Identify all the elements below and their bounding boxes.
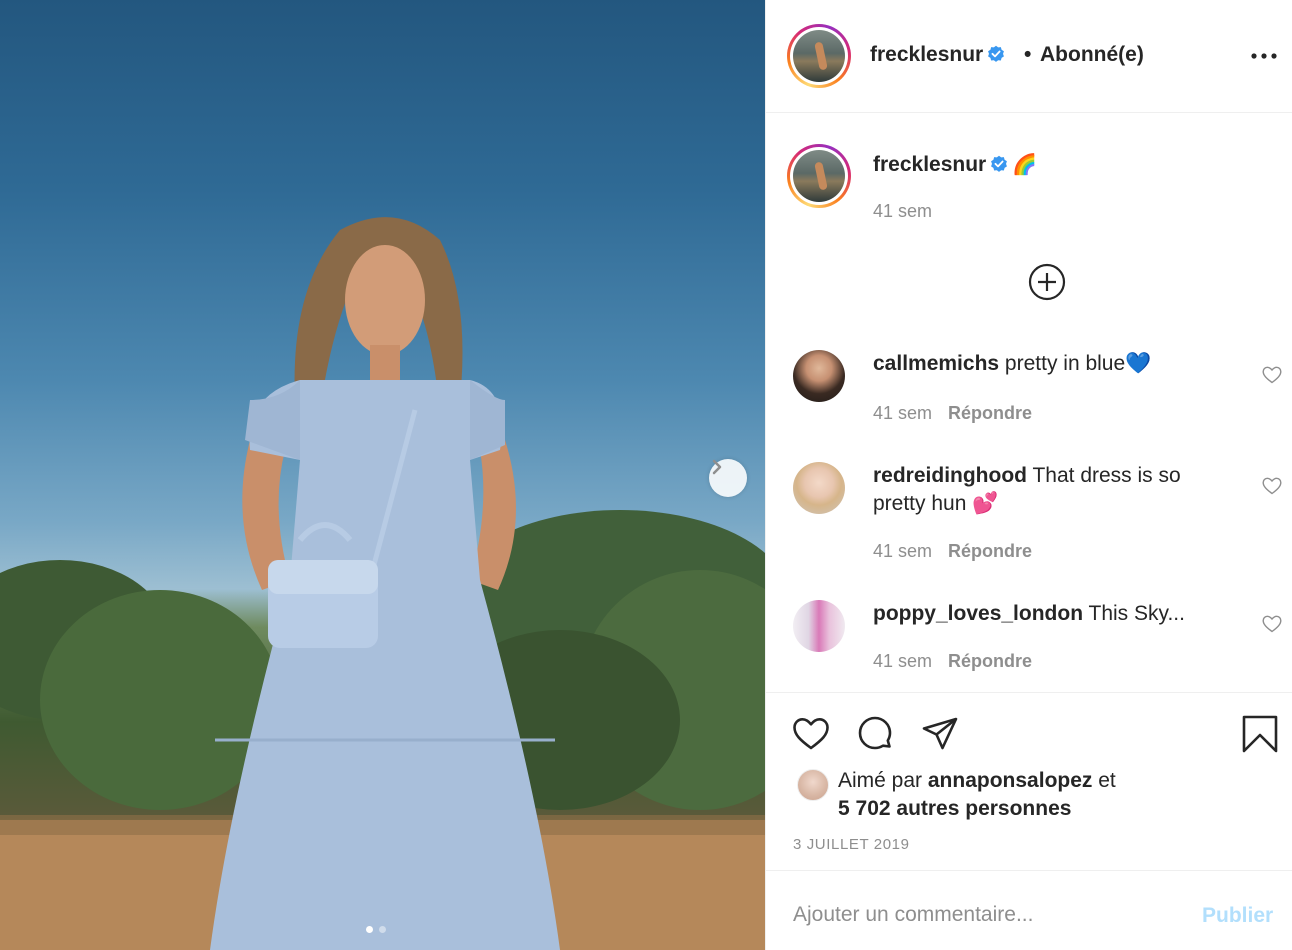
comment-meta: 41 sem Répondre: [873, 651, 1032, 672]
post-sidebar: frecklesnur • Abonné(e) frecklesnur 🌈 41…: [765, 0, 1292, 950]
liker-username[interactable]: annaponsalopez: [928, 769, 1093, 792]
comment-like-heart-icon[interactable]: [1262, 477, 1282, 495]
post-header: frecklesnur • Abonné(e): [766, 0, 1292, 113]
likes-summary: Aimé par annaponsalopez et 5 702 autres …: [838, 767, 1116, 823]
reply-button[interactable]: Répondre: [948, 651, 1032, 671]
caption-author: frecklesnur 🌈: [873, 152, 1037, 177]
comment-username[interactable]: callmemichs: [873, 352, 999, 375]
comment-username[interactable]: poppy_loves_london: [873, 602, 1083, 625]
comment-avatar[interactable]: [793, 462, 845, 514]
carousel-dot: [379, 926, 386, 933]
post-date[interactable]: 3 JUILLET 2019: [793, 836, 910, 853]
reply-button[interactable]: Répondre: [948, 403, 1032, 423]
post-photo-illustration: [0, 217, 765, 950]
follow-status-button[interactable]: Abonné(e): [1040, 43, 1144, 67]
author-username[interactable]: frecklesnur: [870, 43, 1005, 67]
comment-username[interactable]: redreidinghood: [873, 464, 1027, 487]
comment-timestamp[interactable]: 41 sem: [873, 541, 932, 561]
header-separator: •: [1024, 43, 1032, 66]
author-avatar[interactable]: [787, 24, 851, 88]
comment-avatar[interactable]: [793, 600, 845, 652]
paper-plane-icon[interactable]: [921, 715, 959, 753]
comment-like-heart-icon[interactable]: [1262, 366, 1282, 384]
add-circle-icon[interactable]: [1028, 263, 1066, 301]
carousel-dot-active: [366, 926, 373, 933]
caption-author-avatar[interactable]: [787, 144, 851, 208]
more-options-icon[interactable]: [1250, 46, 1278, 66]
publish-button[interactable]: Publier: [1202, 904, 1273, 928]
comment-meta: 41 sem Répondre: [873, 541, 1032, 562]
likes-prefix: Aimé par: [838, 769, 923, 792]
caption-text: 🌈: [1012, 154, 1038, 176]
reply-button[interactable]: Répondre: [948, 541, 1032, 561]
add-comment-form: Publier: [766, 870, 1292, 950]
liked-by-avatar[interactable]: [797, 769, 829, 801]
verified-badge-icon: [988, 45, 1005, 62]
author-username-text[interactable]: frecklesnur: [870, 43, 983, 66]
carousel-indicator: [366, 926, 386, 933]
comment-like-heart-icon[interactable]: [1262, 615, 1282, 633]
post-actions: Aimé par annaponsalopez et 5 702 autres …: [766, 692, 1292, 870]
likes-conjunction: et: [1098, 769, 1116, 792]
comment-input[interactable]: [793, 899, 1173, 931]
likes-count-button[interactable]: 5 702 autres personnes: [838, 797, 1071, 820]
caption-timestamp[interactable]: 41 sem: [873, 201, 932, 222]
comment-timestamp[interactable]: 41 sem: [873, 651, 932, 671]
post-image[interactable]: [0, 0, 765, 950]
verified-badge-icon: [991, 155, 1008, 172]
comment-text: poppy_loves_london This Sky...: [873, 600, 1213, 628]
caption-username[interactable]: frecklesnur: [873, 153, 986, 176]
comment-body: This Sky...: [1088, 602, 1185, 625]
bookmark-icon[interactable]: [1241, 715, 1279, 753]
comment-text: redreidinghood That dress is so pretty h…: [873, 462, 1213, 518]
comment-meta: 41 sem Répondre: [873, 403, 1032, 424]
comment-bubble-icon[interactable]: [856, 715, 894, 753]
author-avatar-image: [793, 30, 845, 82]
caption-author-avatar-image: [793, 150, 845, 202]
comment-body: pretty in blue💙: [1004, 352, 1152, 375]
heart-icon[interactable]: [792, 715, 830, 753]
comment-avatar[interactable]: [793, 350, 845, 402]
chevron-right-icon: [712, 459, 722, 475]
comment-text: callmemichs pretty in blue💙: [873, 350, 1213, 378]
comment-timestamp[interactable]: 41 sem: [873, 403, 932, 423]
next-image-button[interactable]: [709, 459, 747, 497]
